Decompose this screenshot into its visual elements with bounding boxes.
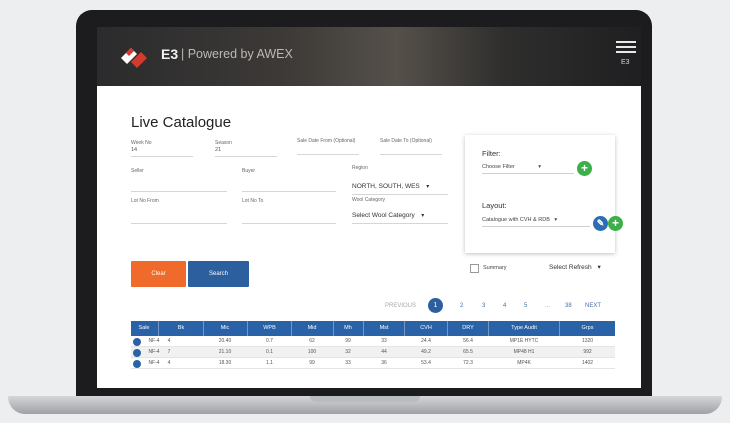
- column-header[interactable]: Mic: [204, 321, 246, 336]
- wool-category-value: Select Wool Category: [352, 212, 415, 219]
- season-value[interactable]: 21: [215, 147, 277, 155]
- column-header[interactable]: Sale: [131, 321, 157, 336]
- hamburger-menu-icon[interactable]: [616, 41, 636, 55]
- pagination-page[interactable]: 5: [524, 298, 527, 314]
- lot-no-from-field[interactable]: Lot No From: [131, 198, 227, 224]
- chevron-down-icon: ▾: [538, 164, 542, 170]
- plus-icon: +: [580, 161, 588, 175]
- column-header[interactable]: WPB: [248, 321, 291, 336]
- column-header[interactable]: Mid: [292, 321, 332, 336]
- pagination-page-active[interactable]: 1: [428, 298, 443, 313]
- row-select-icon[interactable]: [133, 360, 141, 368]
- sale-date-from-field[interactable]: Sale Date From (Optional): [297, 138, 359, 155]
- chevron-down-icon: ▾: [554, 217, 558, 223]
- sale-date-to-field[interactable]: Sale Date To (Optional): [380, 138, 442, 155]
- pagination-ellipsis: ...: [545, 303, 551, 309]
- week-no-field[interactable]: Week No 14: [131, 140, 193, 157]
- lot-no-to-field[interactable]: Lot No To: [242, 198, 336, 224]
- pagination-next[interactable]: NEXT: [585, 298, 601, 314]
- add-layout-button[interactable]: +: [608, 216, 623, 231]
- app-screen: E3 | Powered by AWEX E3 Live Catalogue W…: [97, 27, 641, 388]
- row-select-icon[interactable]: [133, 349, 141, 357]
- header-extra-text: E3: [621, 59, 630, 66]
- summary-checkbox[interactable]: [470, 264, 479, 273]
- catalogue-table: Sale Bk Mic WPB Mid Mh Mst CVH DRY Type …: [131, 321, 615, 369]
- column-header[interactable]: Mh: [334, 321, 362, 336]
- layout-select[interactable]: Catalogue with CVH & RDB ▾: [482, 217, 557, 223]
- column-header[interactable]: Grps: [560, 321, 615, 336]
- awex-logo-icon: [121, 48, 147, 68]
- column-header[interactable]: Bk: [159, 321, 203, 336]
- table-row[interactable]: NF-4 7 21.10 0.1 100 32 44 49.2 65.5 MP4…: [131, 347, 615, 358]
- region-select[interactable]: Region NORTH, SOUTH, WES ▾: [352, 165, 448, 195]
- summary-label: Summary: [483, 265, 507, 271]
- chevron-down-icon: ▾: [597, 264, 601, 271]
- column-header[interactable]: Mst: [364, 321, 404, 336]
- powered-by-text: | Powered by AWEX: [181, 47, 293, 61]
- filter-layout-panel: Filter: Choose Filter ▾ + Layout: Catalo…: [465, 135, 623, 253]
- search-button[interactable]: Search: [188, 261, 249, 287]
- wool-category-select[interactable]: Wool Category Select Wool Category ▾: [352, 197, 448, 224]
- app-name: E3: [161, 46, 179, 62]
- table-header: Sale Bk Mic WPB Mid Mh Mst CVH DRY Type …: [131, 321, 615, 336]
- season-field[interactable]: Season 21: [215, 140, 277, 157]
- week-no-value[interactable]: 14: [131, 147, 193, 155]
- column-header[interactable]: Type Audit: [489, 321, 559, 336]
- plus-icon: +: [611, 216, 619, 230]
- select-refresh-dropdown[interactable]: Select Refresh ▾: [549, 263, 601, 271]
- table-row[interactable]: NF-4 4 20.40 0.7 62 99 33 24.4 56.4 MP1E…: [131, 336, 615, 347]
- buyer-field[interactable]: Buyer: [242, 168, 336, 192]
- add-filter-button[interactable]: +: [577, 161, 592, 176]
- laptop-notch: [310, 396, 420, 402]
- pagination-previous[interactable]: PREVIOUS: [385, 298, 416, 314]
- region-value: NORTH, SOUTH, WES: [352, 183, 420, 190]
- filter-heading: Filter:: [482, 149, 501, 158]
- pagination-page[interactable]: 38: [565, 298, 572, 314]
- column-header[interactable]: DRY: [448, 321, 488, 336]
- edit-layout-button[interactable]: ✎: [593, 216, 608, 231]
- column-header[interactable]: CVH: [405, 321, 447, 336]
- chevron-down-icon: ▾: [421, 213, 425, 219]
- layout-heading: Layout:: [482, 201, 507, 210]
- pagination-page[interactable]: 2: [460, 298, 463, 314]
- chevron-down-icon: ▾: [426, 184, 430, 190]
- seller-field[interactable]: Seller: [131, 168, 227, 192]
- filter-select[interactable]: Choose Filter ▾: [482, 164, 541, 170]
- pagination-page[interactable]: 4: [503, 298, 506, 314]
- pencil-icon: ✎: [596, 218, 605, 228]
- table-row[interactable]: NF-4 4 18.30 1.1 99 33 36 53.4 72.3 MP4K…: [131, 358, 615, 369]
- page-title: Live Catalogue: [131, 114, 232, 131]
- clear-button[interactable]: Clear: [131, 261, 186, 287]
- app-header: E3 | Powered by AWEX E3: [97, 27, 641, 86]
- pagination-page[interactable]: 3: [482, 298, 485, 314]
- row-select-icon[interactable]: [133, 338, 141, 346]
